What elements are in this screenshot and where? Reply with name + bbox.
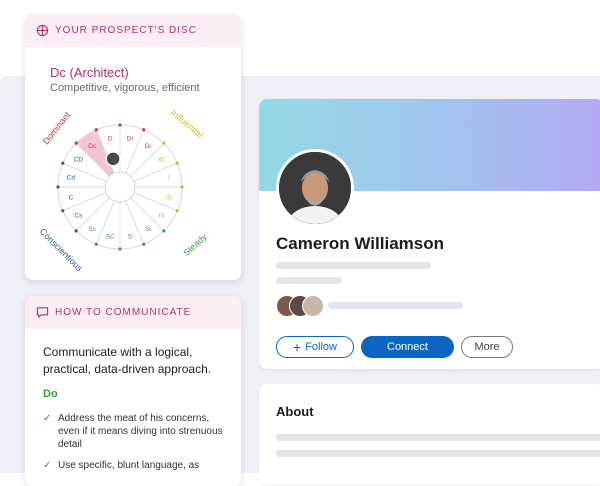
mutual-connections-placeholder: [328, 302, 463, 309]
wheel-tick: [118, 247, 122, 251]
wheel-segment-label: Di: [145, 143, 151, 150]
wheel-tick: [94, 242, 98, 246]
wheel-tick: [118, 123, 122, 127]
wheel-tick: [56, 185, 60, 189]
do-item: ✓ Use specific, blunt language, as: [43, 459, 233, 472]
wheel-segment-label: IS: [158, 212, 165, 219]
communication-card-title: HOW TO COMMUNICATE: [55, 307, 192, 318]
more-button[interactable]: More: [461, 336, 513, 358]
communication-card: HOW TO COMMUNICATE Communicate with a lo…: [25, 296, 241, 486]
follow-button[interactable]: + Follow: [276, 336, 354, 358]
do-item: ✓ Address the meat of his concerns, even…: [43, 412, 233, 451]
disc-card: YOUR PROSPECT'S DISC Dc (Architect) Comp…: [25, 14, 241, 280]
wheel-segment-label: Dc: [88, 143, 97, 150]
wheel-segment-label: S: [128, 234, 133, 241]
prospect-marker: [105, 151, 121, 167]
wheel-tick: [175, 209, 179, 213]
profile-card: Cameron Williamson + Follow Connect More: [259, 99, 600, 369]
wheel-tick: [74, 141, 78, 145]
mutual-avatar-3: [302, 295, 324, 317]
plus-icon: +: [293, 339, 302, 355]
check-icon: ✓: [43, 460, 52, 471]
connect-button[interactable]: Connect: [361, 336, 454, 358]
quadrant-label: Conscientious: [38, 226, 85, 273]
wheel-tick: [180, 185, 184, 189]
communication-summary: Communicate with a logical, practical, d…: [43, 345, 212, 376]
quadrant-label: Dominant: [41, 110, 73, 147]
wheel-segment-label: I: [168, 175, 170, 182]
about-title: About: [276, 404, 314, 419]
disc-description: Competitive, vigorous, efficient: [50, 82, 200, 94]
headline-placeholder: [276, 262, 431, 269]
do-label: Do: [43, 388, 58, 400]
wheel-segment-label: Cd: [67, 175, 76, 182]
wheel-segment-label: C: [69, 194, 74, 201]
wheel-segment-label: Si: [145, 226, 151, 233]
disc-card-title: YOUR PROSPECT'S DISC: [55, 25, 197, 36]
wheel-tick: [142, 242, 146, 246]
wheel-center: [104, 171, 136, 203]
target-icon: [36, 24, 49, 37]
about-line-1: [276, 434, 600, 441]
mutual-connections-avatars[interactable]: [276, 295, 324, 317]
wheel-segment-label: Sc: [88, 226, 96, 233]
about-line-2: [276, 450, 600, 457]
wheel-tick: [61, 161, 65, 165]
chat-icon: [36, 307, 49, 318]
profile-name: Cameron Williamson: [276, 234, 444, 253]
subheadline-placeholder: [276, 277, 342, 284]
wheel-segment-label: SC: [106, 234, 115, 241]
wheel-tick: [175, 161, 179, 165]
wheel-segment-label: iS: [166, 194, 172, 201]
disc-wheel: DI Di iD IiS IS Si S SC Sc Cs C Cd CD Dc D Dominant Infl…: [38, 107, 210, 273]
wheel-tick: [162, 141, 166, 145]
wheel-segment-label: Cs: [74, 212, 83, 219]
do-item-text: Address the meat of his concerns, even i…: [58, 413, 223, 450]
wheel-segment-label: CD: [74, 157, 84, 164]
wheel-tick: [142, 128, 146, 132]
quadrant-label: Steady: [181, 231, 209, 258]
disc-type: Dc (Architect): [50, 65, 129, 80]
profile-avatar[interactable]: [276, 149, 354, 227]
wheel-tick: [162, 229, 166, 233]
follow-label: Follow: [305, 341, 337, 353]
quadrant-label: Influential: [169, 107, 205, 139]
wheel-tick: [74, 229, 78, 233]
about-card: About: [259, 384, 600, 484]
wheel-tick: [61, 209, 65, 213]
check-icon: ✓: [43, 413, 52, 424]
communication-card-header: HOW TO COMMUNICATE: [25, 296, 241, 329]
disc-card-header: YOUR PROSPECT'S DISC: [25, 14, 241, 47]
wheel-tick: [94, 128, 98, 132]
do-item-text: Use specific, blunt language, as: [58, 460, 200, 471]
wheel-segment-label: iD: [159, 157, 165, 164]
wheel-segment-label: D: [108, 135, 113, 142]
wheel-segment-label: DI: [127, 135, 134, 142]
